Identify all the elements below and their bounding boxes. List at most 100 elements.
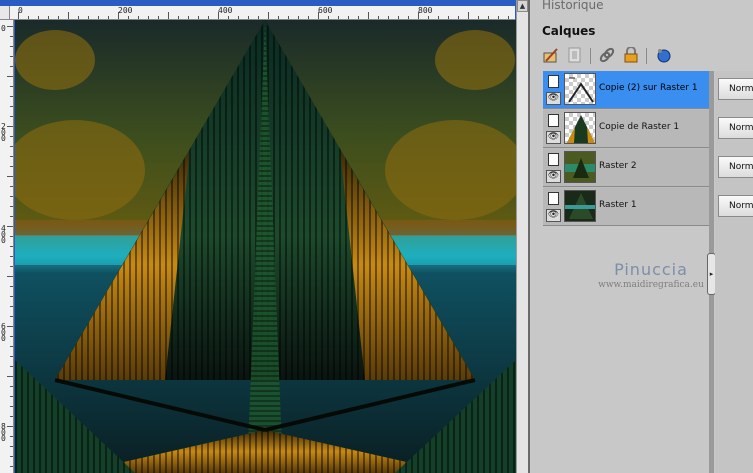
image-canvas[interactable] <box>15 20 516 473</box>
ruler-tick <box>10 206 13 207</box>
ruler-tick <box>10 156 13 157</box>
ruler-tick <box>10 216 13 217</box>
eye-icon[interactable]: 👁 <box>546 170 561 183</box>
layer-thumbnail <box>564 190 596 222</box>
ruler-tick <box>7 76 13 77</box>
blend-mode-dropdown[interactable]: Norm <box>718 156 753 178</box>
ruler-tick <box>78 16 79 19</box>
ruler-tick <box>378 16 379 19</box>
ruler-tick <box>18 12 19 19</box>
ruler-tick <box>10 236 13 237</box>
layer-row[interactable]: 👁 Raster 2 <box>543 149 709 187</box>
ruler-tick <box>138 16 139 19</box>
ruler-tick <box>288 16 289 19</box>
link-icon[interactable] <box>598 46 616 64</box>
ruler-tick <box>238 16 239 19</box>
eye-icon[interactable]: 👁 <box>546 92 561 105</box>
ruler-label: 600 <box>318 6 333 15</box>
horizontal-ruler: 0 200 400 600 800 <box>10 6 515 20</box>
ruler-tick <box>258 16 259 19</box>
ruler-tick <box>58 16 59 19</box>
ruler-tick <box>10 146 13 147</box>
new-mask-layer-icon[interactable] <box>566 46 584 64</box>
ruler-tick <box>7 326 13 327</box>
ruler-tick <box>448 16 449 19</box>
ruler-tick <box>178 16 179 19</box>
kaleidoscope-image <box>15 20 516 473</box>
ruler-tick <box>10 96 13 97</box>
ruler-tick <box>7 376 13 377</box>
ruler-tick <box>10 86 13 87</box>
ruler-tick <box>28 16 29 19</box>
ruler-tick <box>368 12 369 19</box>
new-raster-layer-icon[interactable] <box>542 46 560 64</box>
ruler-tick <box>10 356 13 357</box>
ruler-tick <box>188 16 189 19</box>
blend-mode-dropdown[interactable]: Norm <box>718 78 753 100</box>
ruler-tick <box>7 26 13 27</box>
toolbar-separator <box>590 48 591 64</box>
ruler-tick <box>10 256 13 257</box>
ruler-tick <box>198 16 199 19</box>
layer-row[interactable]: 👁 Raster 1 <box>543 188 709 226</box>
image-window: 0 200 400 600 800 0 2 0 0 4 0 0 6 0 0 8 … <box>0 0 528 473</box>
lock-icon[interactable] <box>622 46 640 64</box>
ruler-tick <box>7 176 13 177</box>
ruler-tick <box>358 16 359 19</box>
ruler-tick <box>128 16 129 19</box>
ruler-label: 200 <box>118 6 133 15</box>
ruler-tick <box>10 456 13 457</box>
vertical-ruler: 0 2 0 0 4 0 0 6 0 0 8 0 0 <box>0 20 14 473</box>
ruler-tick <box>148 16 149 19</box>
ruler-tick <box>348 16 349 19</box>
ruler-tick <box>7 126 13 127</box>
layer-effects-icon[interactable] <box>654 46 672 64</box>
watermark: Pinuccia www.maidiregrafica.eu <box>576 260 726 290</box>
ruler-tick <box>10 286 13 287</box>
blend-mode-dropdown[interactable]: Norm <box>718 195 753 217</box>
ruler-tick <box>10 306 13 307</box>
ruler-tick <box>248 16 249 19</box>
ruler-tick <box>7 226 13 227</box>
layer-row[interactable]: 👁 Copie de Raster 1 <box>543 110 709 148</box>
eye-icon[interactable]: 👁 <box>546 209 561 222</box>
ruler-tick <box>10 106 13 107</box>
ruler-tick <box>98 16 99 19</box>
layer-visibility-column: 👁 <box>545 190 562 224</box>
layer-name: Copie de Raster 1 <box>599 122 680 132</box>
layer-type-icon <box>548 192 559 205</box>
ruler-tick <box>7 426 13 427</box>
layer-name: Raster 1 <box>599 200 637 210</box>
ruler-tick <box>68 12 69 19</box>
ruler-tick <box>228 16 229 19</box>
ruler-tick <box>7 276 13 277</box>
layer-visibility-column: 👁 <box>545 112 562 146</box>
ruler-tick <box>278 16 279 19</box>
eye-icon[interactable]: 👁 <box>546 131 561 144</box>
ruler-tick <box>398 16 399 19</box>
ruler-corner <box>0 6 10 20</box>
ruler-tick <box>388 16 389 19</box>
vertical-scrollbar[interactable]: ▲ <box>516 0 528 473</box>
ruler-tick <box>208 16 209 19</box>
ruler-tick <box>318 12 319 19</box>
scroll-up-button[interactable]: ▲ <box>517 0 528 12</box>
layer-visibility-column: 👁 <box>545 73 562 107</box>
layer-list: 👁 Copie (2) sur Raster 1 👁 Copie de Rast… <box>543 71 709 226</box>
ruler-tick <box>10 416 13 417</box>
ruler-label: 800 <box>418 6 433 15</box>
ruler-tick <box>108 16 109 19</box>
history-palette-title[interactable]: Historique <box>542 0 604 12</box>
layer-row[interactable]: 👁 Copie (2) sur Raster 1 <box>543 71 709 109</box>
ruler-label: 400 <box>218 6 233 15</box>
ruler-tick <box>10 36 13 37</box>
ruler-tick <box>10 406 13 407</box>
ruler-tick <box>408 16 409 19</box>
ruler-tick <box>458 16 459 19</box>
ruler-tick <box>168 12 169 19</box>
blend-mode-dropdown[interactable]: Norm <box>718 117 753 139</box>
ruler-tick <box>10 346 13 347</box>
ruler-tick <box>10 186 13 187</box>
layer-thumbnail <box>564 112 596 144</box>
ruler-tick <box>308 16 309 19</box>
